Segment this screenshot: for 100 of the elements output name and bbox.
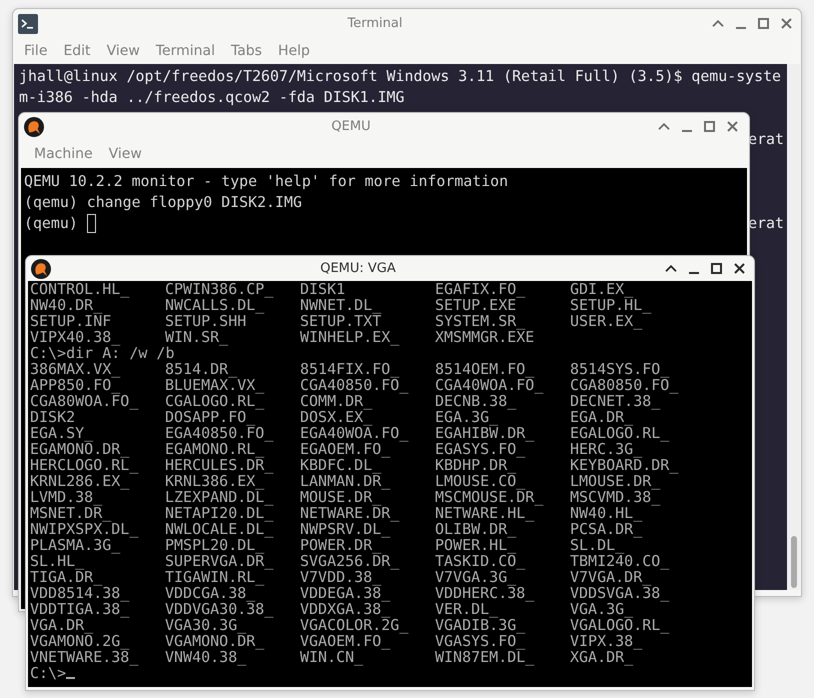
file-name: EGAFIX.FO_ bbox=[435, 281, 526, 297]
file-name: VDDXGA.38_ bbox=[300, 601, 392, 617]
file-name: VIPX40.38_ bbox=[30, 329, 122, 345]
file-name: DECNB.38_ bbox=[435, 393, 516, 409]
menu-item[interactable]: View bbox=[98, 43, 148, 59]
file-name: EGA40WOA.FO_ bbox=[300, 425, 410, 441]
file-name: VNETWARE.38_ bbox=[30, 649, 140, 665]
menu-item[interactable]: Edit bbox=[55, 43, 99, 59]
file-name: KBDHP.DR_ bbox=[435, 457, 516, 473]
file-name: MSCMOUSE.DR_ bbox=[435, 489, 544, 505]
file-name: USER.EX_ bbox=[570, 313, 642, 329]
file-name: NETWARE.DR_ bbox=[300, 505, 400, 521]
menu-item[interactable]: File bbox=[16, 43, 56, 59]
file-name: KRNL386.EX_ bbox=[165, 473, 264, 489]
file-name: CONTROL.HL_ bbox=[30, 281, 130, 297]
file-name: VGA30.3G_ bbox=[165, 617, 246, 633]
terminal-line: m-i386 -hda ../freedos.qcow2 -fda DISK1.IMG bbox=[19, 87, 406, 108]
menu-item[interactable]: View bbox=[100, 146, 150, 162]
file-name: VDDHERC.38_ bbox=[435, 585, 536, 601]
file-name: DOSX.EX_ bbox=[300, 409, 374, 425]
file-name: NW40.HL_ bbox=[570, 505, 642, 521]
file-name: LZEXPAND.DL_ bbox=[165, 489, 274, 505]
window-title: QEMU bbox=[330, 119, 372, 134]
menu-item[interactable]: Tabs bbox=[222, 43, 270, 59]
file-name: NETWARE.HL_ bbox=[435, 505, 534, 521]
console-line: QEMU 10.2.2 monitor - type 'help' for more information bbox=[24, 171, 508, 192]
file-name: MSNET.DR_ bbox=[30, 505, 112, 521]
chevron-up-icon[interactable] bbox=[665, 265, 677, 272]
file-name: DISK1 bbox=[300, 281, 346, 297]
close-icon[interactable] bbox=[734, 263, 745, 274]
file-name: LMOUSE.DR_ bbox=[570, 473, 660, 489]
menu-item[interactable]: Machine bbox=[26, 146, 101, 162]
file-name: KBDFC.DL_ bbox=[300, 457, 382, 473]
file-name: KRNL286.EX_ bbox=[30, 473, 130, 489]
file-name: SETUP.TXT bbox=[300, 313, 382, 329]
command-line: C:\>dir A: /w /b bbox=[30, 345, 174, 361]
menu-item[interactable]: Help bbox=[270, 43, 318, 59]
file-name: EGA.SY_ bbox=[30, 425, 94, 441]
terminal-icon bbox=[18, 14, 38, 34]
file-name: NWIPXSPX.DL_ bbox=[30, 521, 140, 537]
file-name: WIN.CN_ bbox=[300, 649, 364, 665]
file-name: TASKID.CO_ bbox=[435, 553, 526, 569]
file-name: SVGA256.DR_ bbox=[300, 553, 400, 569]
file-name: VNW40.38_ bbox=[165, 649, 246, 665]
file-name: VGAMONO.DR_ bbox=[165, 633, 266, 649]
file-name: VDDVGA30.38_ bbox=[165, 601, 274, 617]
scrollbar-thumb[interactable] bbox=[791, 536, 797, 588]
file-name: PCSA.DR_ bbox=[570, 521, 644, 537]
file-name: SETUP.INF bbox=[30, 313, 112, 329]
file-name: WIN87EM.DL_ bbox=[435, 649, 536, 665]
file-name: VDDCGA.38_ bbox=[165, 585, 256, 601]
app-logo-icon bbox=[24, 116, 44, 136]
file-name: SL.HL_ bbox=[30, 553, 84, 569]
terminal-line: erat bbox=[748, 130, 784, 148]
file-name: VIPX.38_ bbox=[570, 633, 642, 649]
file-name: MSCVMD.38_ bbox=[570, 489, 662, 505]
file-name: VDDTIGA.38_ bbox=[30, 601, 130, 617]
file-name: TIGAWIN.RL_ bbox=[165, 569, 264, 585]
scrollbar[interactable] bbox=[787, 64, 800, 590]
file-name: 386MAX.VX_ bbox=[30, 361, 122, 377]
file-name: NWCALLS.DL_ bbox=[165, 297, 264, 313]
maximize-icon[interactable] bbox=[711, 263, 722, 274]
file-name: PMSPL20.DL_ bbox=[165, 537, 264, 553]
file-name: VDDEGA.38_ bbox=[300, 585, 392, 601]
file-name: HERC.3G_ bbox=[570, 441, 642, 457]
file-name: GDI.EX_ bbox=[570, 281, 634, 297]
file-name: EGAOEM.FO_ bbox=[300, 441, 390, 457]
file-name: VDDSVGA.38_ bbox=[570, 585, 670, 601]
file-name: CPWIN386.CP_ bbox=[165, 281, 274, 297]
file-name: POWER.DR_ bbox=[300, 537, 382, 553]
file-name: SETUP.EXE bbox=[435, 297, 516, 313]
menu-item[interactable]: Terminal bbox=[148, 43, 223, 59]
console-line: (qemu) change floppy0 DISK2.IMG bbox=[24, 192, 302, 213]
file-name: CGALOGO.RL_ bbox=[165, 393, 266, 409]
file-name: LANMAN.DR_ bbox=[300, 473, 392, 489]
terminal-line: erat bbox=[748, 214, 784, 232]
file-name: SL.DL_ bbox=[570, 537, 624, 553]
file-name: EGASYS.FO_ bbox=[435, 441, 526, 457]
file-name: WINHELP.EX_ bbox=[300, 329, 400, 345]
file-name: EGA.DR_ bbox=[570, 409, 634, 425]
file-name: VGALOGO.RL_ bbox=[570, 617, 670, 633]
console-prompt: (qemu) bbox=[24, 213, 78, 234]
file-name: V7VGA.3G_ bbox=[435, 569, 516, 585]
cursor-icon bbox=[66, 677, 76, 679]
file-name: NWLOCALE.DL_ bbox=[165, 521, 274, 537]
file-name: CGA40WOA.FO_ bbox=[435, 377, 544, 393]
file-name: EGAMONO.RL_ bbox=[165, 441, 264, 457]
terminal-line: jhall@linux /opt/freedos/T2607/Microsoft Windows 3.11 (Retail Full) (3.5)$ qemu-syste bbox=[19, 66, 782, 87]
file-name: BLUEMAX.VX_ bbox=[165, 377, 266, 393]
file-name: VGACOLOR.2G_ bbox=[300, 617, 410, 633]
file-name: LVMD.38_ bbox=[30, 489, 102, 505]
file-name: EGAHIBW.DR_ bbox=[435, 425, 536, 441]
file-name: 8514OEM.FO_ bbox=[435, 361, 536, 377]
window-title: QEMU: VGA bbox=[319, 261, 397, 276]
file-name: EGALOGO.RL_ bbox=[570, 425, 670, 441]
file-name: XGA.DR_ bbox=[570, 649, 634, 665]
file-name: NW40.DR_ bbox=[30, 297, 102, 313]
file-name: NETAPI20.DL_ bbox=[165, 505, 274, 521]
file-name: DOSAPP.FO_ bbox=[165, 409, 256, 425]
file-name: TBMI240.CO_ bbox=[570, 553, 670, 569]
